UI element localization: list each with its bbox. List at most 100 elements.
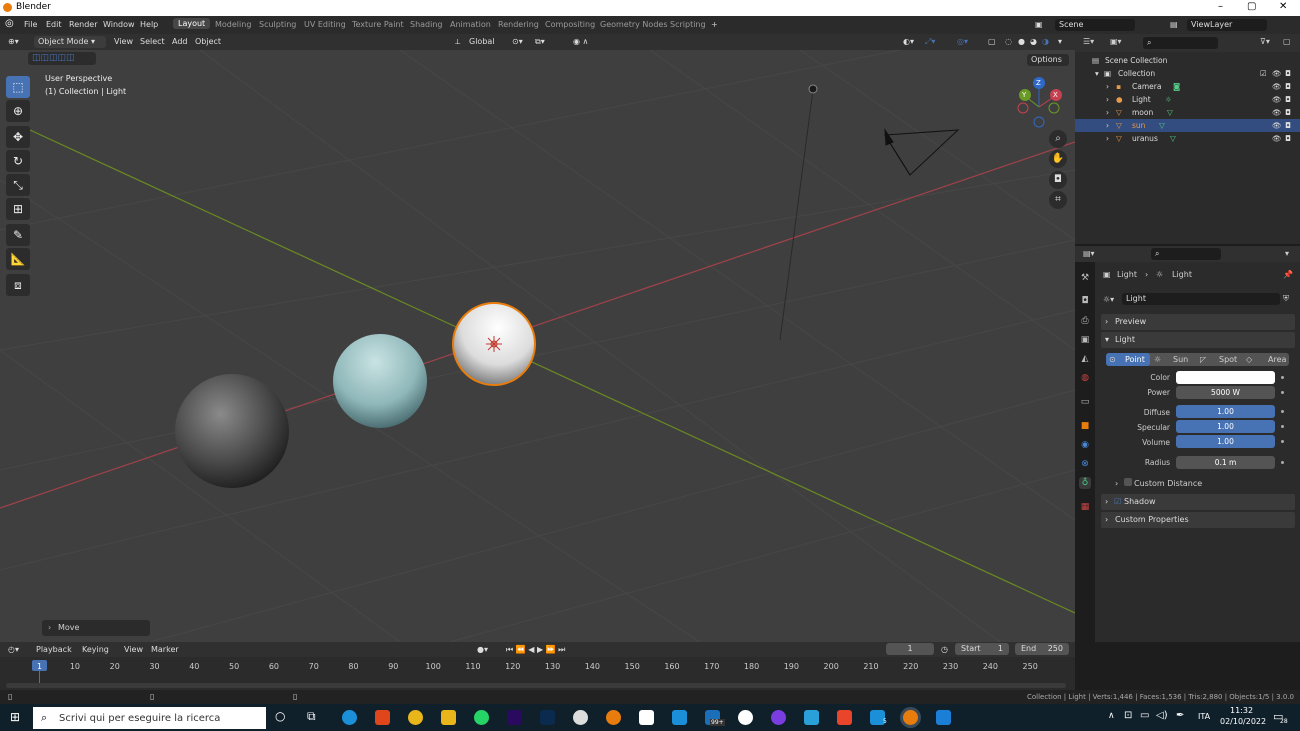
edge-icon[interactable] [342,710,357,725]
breadcrumb-data[interactable]: Light [1172,270,1192,279]
camera-object[interactable] [884,128,960,176]
type-point-button[interactable]: ⊙ Point [1106,353,1150,366]
outliner-item-moon[interactable]: › ▽ moon ▽ 👁 ◘ [1075,106,1300,119]
uranus-sphere[interactable] [333,334,427,428]
file-explorer-icon[interactable] [441,710,456,725]
physics-tab-icon[interactable]: ◉ [1079,439,1091,451]
collapse-chevron-icon[interactable]: › [1115,479,1118,488]
sun-lamp-icon[interactable] [808,84,818,94]
custom-properties-panel[interactable]: › Custom Properties [1101,512,1295,528]
last-operator-panel[interactable]: › Move [42,620,150,636]
select-mode-icon[interactable]: ◫◫◫◫◫ [32,53,75,63]
photoshop-icon[interactable] [540,710,555,725]
office-icon[interactable] [375,710,390,725]
notepad-icon[interactable] [639,710,654,725]
menu-add[interactable]: Add [172,37,188,46]
camera-view-icon[interactable]: ◘ [1049,171,1067,189]
perspective-toggle-icon[interactable]: ⌗ [1049,191,1067,209]
properties-options-icon[interactable]: ▾ [1285,249,1289,258]
chatgpt-icon[interactable] [573,710,588,725]
eye-icon[interactable]: 👁 [1272,108,1282,117]
scene-tab-icon[interactable]: ◭ [1079,353,1091,365]
checkbox-icon[interactable]: ☑ [1260,69,1267,78]
zoom-icon[interactable]: ⌕ [1049,130,1067,148]
type-spot-button[interactable]: ◸ Spot [1198,353,1242,366]
point-light-gizmo[interactable] [486,336,502,352]
display-icon[interactable]: ▭ [1140,710,1149,721]
tab-texture-paint[interactable]: Texture Paint [352,20,404,29]
end-frame-field[interactable]: End 250 [1015,643,1069,655]
object-tab-icon[interactable]: ■ [1079,420,1091,432]
camera-render-icon[interactable]: ◘ [1285,82,1291,91]
filter-icon[interactable]: ⊽▾ [1260,37,1270,46]
mode-selector[interactable]: Object Mode ▾ [34,36,106,48]
menu-file[interactable]: File [24,20,37,29]
cursor-icon[interactable]: ⊕ [6,100,30,122]
eye-icon[interactable]: 👁 [1272,95,1282,104]
chrome-icon[interactable] [408,710,423,725]
fake-user-icon[interactable]: ⛨ [1283,294,1289,304]
breadcrumb-object[interactable]: Light [1117,270,1137,279]
light-color-field[interactable] [1176,371,1275,384]
pivot-icon[interactable]: ⊙▾ [512,37,523,46]
language-indicator[interactable]: ITA [1198,712,1210,721]
expand-icon[interactable]: › [1106,95,1109,104]
add-cube-icon[interactable]: ⧈ [6,274,30,296]
menu-select[interactable]: Select [140,37,165,46]
eye-icon[interactable]: 👁 [1272,82,1282,91]
outliner-editor-icon[interactable]: ☰▾ [1083,37,1094,46]
volume-icon[interactable]: ◁) [1156,710,1168,721]
menu-keying[interactable]: Keying [82,645,109,654]
select-box-icon[interactable]: ⬚ [6,76,30,98]
pan-hand-icon[interactable]: ✋ [1049,150,1067,168]
tab-animation[interactable]: Animation [450,20,491,29]
radius-field[interactable]: 0.1 m [1176,456,1275,469]
tab-shading[interactable]: Shading [410,20,443,29]
diffuse-field[interactable]: 1.00 [1176,405,1275,418]
type-area-button[interactable]: ◇ Area [1244,353,1289,366]
annotate-icon[interactable]: ✎ [6,224,30,246]
eye-icon[interactable]: 👁 [1272,121,1282,130]
gizmo-toggle-icon[interactable]: ⤢▾ [925,37,935,47]
shading-rendered-icon[interactable]: ◑ [1042,37,1049,46]
shadow-checkbox-icon[interactable]: ☑ [1114,497,1121,506]
power-field[interactable]: 5000 W [1176,386,1275,399]
options-button[interactable]: Options [1027,54,1069,66]
scene-selector[interactable]: Scene [1055,19,1135,31]
properties-search-input[interactable]: ⌕ [1151,248,1221,260]
expand-icon[interactable]: ▾ [1095,69,1099,78]
view-layer-tab-icon[interactable]: ▣ [1079,334,1091,346]
tab-sculpting[interactable]: Sculpting [259,20,296,29]
add-workspace-button[interactable]: + [711,20,718,29]
tab-modeling[interactable]: Modeling [215,20,251,29]
app2-icon[interactable] [804,710,819,725]
record-icon[interactable]: ●▾ [477,645,488,654]
tab-rendering[interactable]: Rendering [498,20,539,29]
outliner-item-uranus[interactable]: › ▽ uranus ▽ 👁 ◘ [1075,132,1300,145]
specular-field[interactable]: 1.00 [1176,420,1275,433]
shading-solid-icon[interactable]: ● [1018,37,1025,46]
moon-sphere[interactable] [175,374,289,488]
tool-tab-icon[interactable]: ⚒ [1079,272,1091,284]
menu-help[interactable]: Help [140,20,158,29]
blender-menu-icon[interactable]: ◎ [5,18,14,29]
texture-tab-icon[interactable]: ▦ [1079,501,1091,513]
playback-controls-icon[interactable]: ⏮ ⏪ ◀ ▶ ⏩ ⏭ [506,645,565,655]
visibility-icon[interactable]: ◐▾ [903,37,914,46]
shadow-panel[interactable]: › ☑ Shadow [1101,494,1295,510]
pin-icon[interactable]: 📌 [1283,270,1293,279]
tab-scripting[interactable]: Scripting [670,20,706,29]
obs-icon[interactable] [738,710,753,725]
tab-uv-editing[interactable]: UV Editing [304,20,346,29]
app3-icon[interactable] [837,710,852,725]
properties-editor-icon[interactable]: ▤▾ [1083,249,1095,258]
network-icon[interactable]: ⊡ [1124,710,1132,721]
world-tab-icon[interactable]: ◍ [1079,372,1091,384]
shading-wireframe-icon[interactable]: ◌ [1005,37,1012,46]
clock-date[interactable]: 02/10/2022 [1220,717,1266,726]
rotate-icon[interactable]: ↻ [6,150,30,172]
render-tab-icon[interactable]: ◘ [1079,295,1091,307]
expand-icon[interactable]: › [1106,82,1109,91]
app-icon[interactable] [771,710,786,725]
shading-material-icon[interactable]: ◕ [1030,37,1037,46]
